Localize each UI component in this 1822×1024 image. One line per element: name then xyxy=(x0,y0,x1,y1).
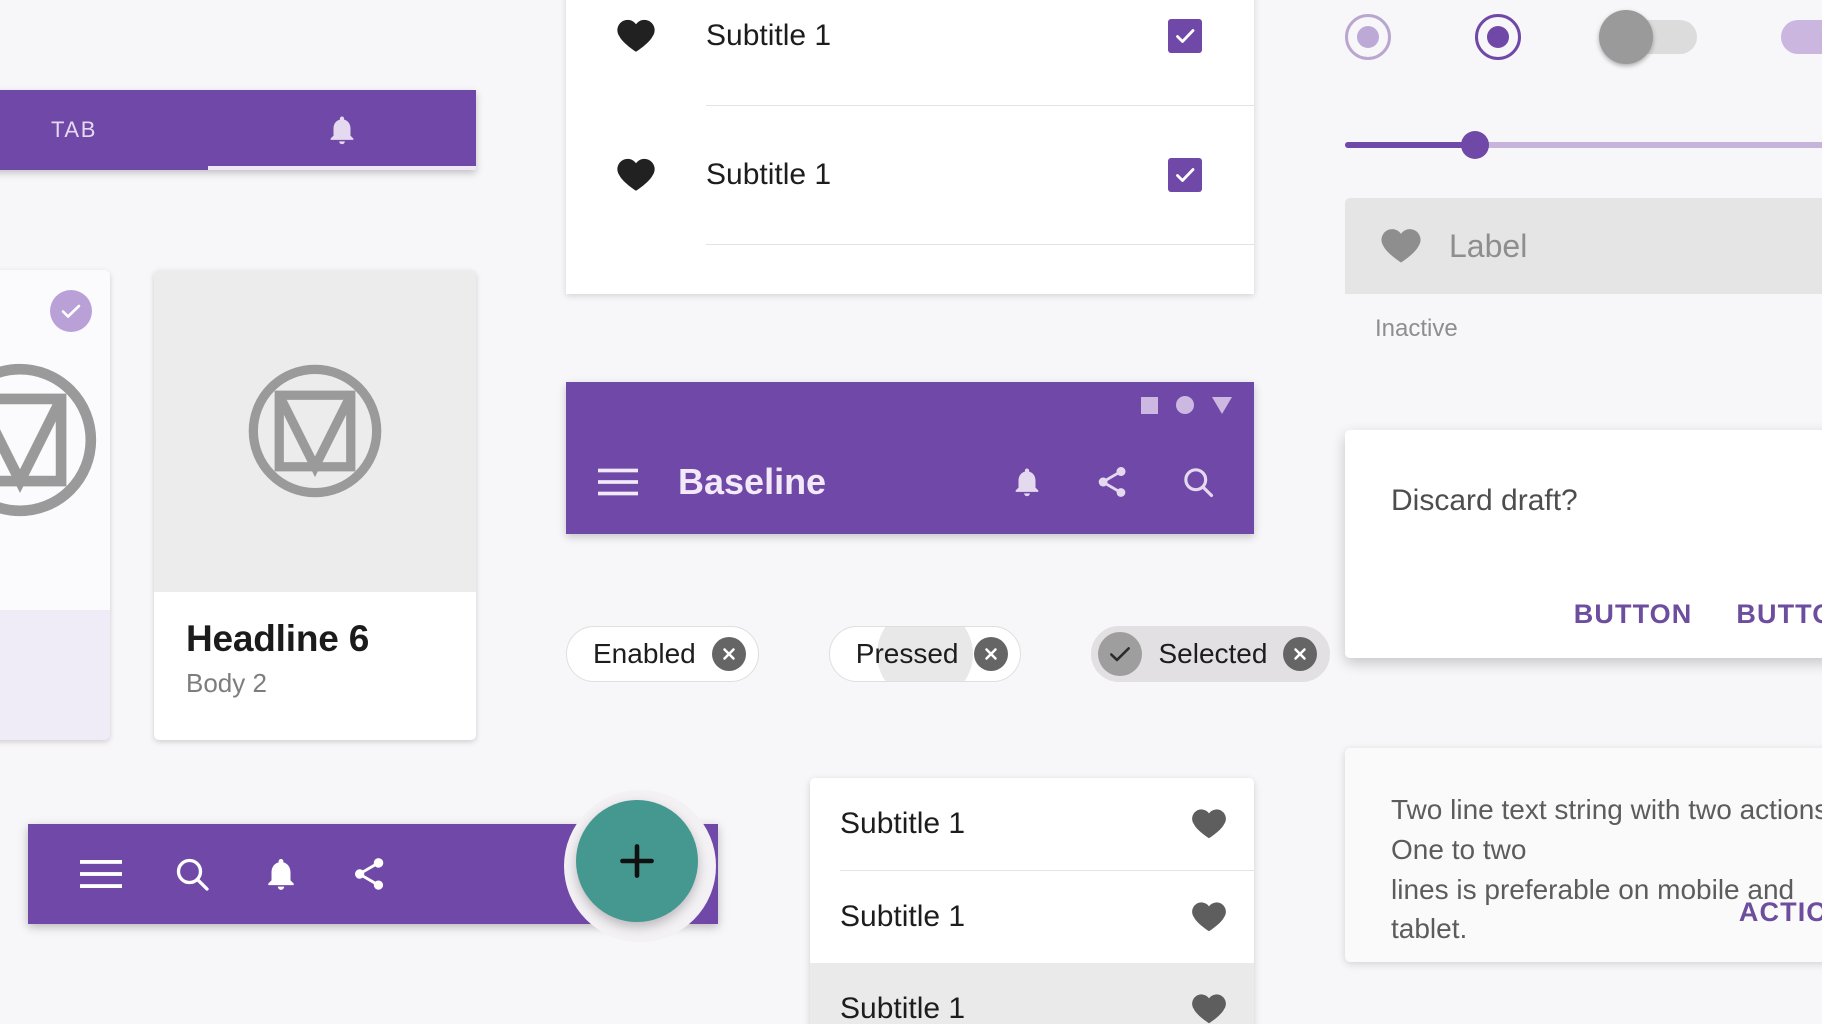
snackbar-action[interactable]: ACTION xyxy=(1739,897,1822,928)
tab-notifications[interactable] xyxy=(208,90,476,170)
dialog-title: Discard draft? xyxy=(1345,430,1822,518)
floating-action-button[interactable] xyxy=(576,800,698,922)
slider[interactable] xyxy=(1345,130,1822,160)
check-icon xyxy=(1107,641,1133,667)
dialog-button-1[interactable]: BUTTON xyxy=(1574,599,1693,630)
triangle-icon xyxy=(1212,397,1232,414)
bell-icon xyxy=(325,113,359,147)
chip-avatar xyxy=(1098,632,1142,676)
bell-icon[interactable] xyxy=(1010,465,1044,499)
list-item-label: Subtitle 1 xyxy=(840,807,1190,841)
heart-filled-icon xyxy=(615,154,657,196)
material-logo-icon xyxy=(241,357,389,505)
square-icon xyxy=(1141,397,1158,414)
chip-label: Pressed xyxy=(856,638,959,670)
app-bar-actions xyxy=(1010,464,1216,500)
text-field-disabled[interactable]: Label xyxy=(1345,198,1822,294)
bell-icon[interactable] xyxy=(262,855,300,893)
bottom-list: Subtitle 1 Subtitle 1 Subtitle 1 xyxy=(810,778,1254,1024)
card-body-text: Body 2 xyxy=(186,668,444,699)
dialog-button-2[interactable]: BUTTON xyxy=(1736,599,1822,630)
card-body: Headline 6 Body 2 xyxy=(154,592,476,699)
check-icon xyxy=(1173,24,1197,48)
heart-filled-icon xyxy=(615,15,657,57)
close-circle-icon[interactable] xyxy=(974,637,1008,671)
chip-pressed[interactable]: Pressed xyxy=(829,626,1022,682)
circle-icon xyxy=(1176,396,1194,414)
list-item-label: Subtitle 1 xyxy=(840,900,1190,934)
card-selected-clipped[interactable] xyxy=(0,270,110,740)
switch-off[interactable] xyxy=(1605,20,1697,54)
card-media xyxy=(154,270,476,592)
chip-group: Enabled Pressed Selected xyxy=(566,626,1330,682)
card-body xyxy=(0,610,110,740)
radio-button-selected[interactable] xyxy=(1475,14,1521,60)
checkbox-checked[interactable] xyxy=(1168,19,1202,53)
snackbar-line-1: Two line text string with two actions. O… xyxy=(1391,790,1822,870)
check-icon xyxy=(1173,163,1197,187)
list-item-label: Subtitle 1 xyxy=(706,158,1168,192)
table-row[interactable]: Subtitle 1 xyxy=(566,106,1254,244)
list-item-leading xyxy=(566,154,706,196)
switch-on[interactable] xyxy=(1781,20,1822,54)
material-logo-icon xyxy=(0,355,105,525)
chip-label: Selected xyxy=(1158,638,1267,670)
snackbar: Two line text string with two actions. O… xyxy=(1345,748,1822,962)
selection-controls xyxy=(1345,14,1822,60)
radio-dot xyxy=(1357,26,1379,48)
list-item-label: Subtitle 1 xyxy=(706,19,1168,53)
check-icon xyxy=(59,299,83,323)
close-circle-icon[interactable] xyxy=(712,637,746,671)
heart-filled-icon[interactable] xyxy=(1190,898,1228,936)
top-app-bar: Baseline xyxy=(566,382,1254,534)
plus-icon xyxy=(612,836,662,886)
list-item[interactable]: Subtitle 1 xyxy=(810,778,1254,870)
card-check-badge[interactable] xyxy=(50,290,92,332)
dialog-actions: BUTTON BUTTON xyxy=(1574,599,1822,630)
tab-text[interactable]: TAB xyxy=(0,90,208,170)
switch-thumb xyxy=(1599,10,1653,64)
share-icon[interactable] xyxy=(350,855,388,893)
search-icon[interactable] xyxy=(1180,464,1216,500)
tab-label: TAB xyxy=(51,117,97,143)
list-divider xyxy=(706,244,1254,245)
list-item-leading xyxy=(566,15,706,57)
heart-filled-icon xyxy=(1379,224,1423,268)
slider-fill xyxy=(1345,142,1475,148)
list-item-label: Subtitle 1 xyxy=(840,992,1190,1024)
radio-button-light[interactable] xyxy=(1345,14,1391,60)
table-row[interactable]: Subtitle 1 xyxy=(566,0,1254,105)
app-bar-content: Baseline xyxy=(566,432,1254,532)
heart-filled-icon[interactable] xyxy=(1190,805,1228,843)
tab-active-indicator xyxy=(208,166,476,170)
chip-selected[interactable]: Selected xyxy=(1091,626,1330,682)
top-list: Subtitle 1 Subtitle 1 xyxy=(566,0,1254,294)
list-item[interactable]: Subtitle 1 xyxy=(810,871,1254,963)
search-icon[interactable] xyxy=(172,854,212,894)
card-headline[interactable]: Headline 6 Body 2 xyxy=(154,270,476,740)
tab-bar: TAB xyxy=(0,90,476,170)
text-field-helper: Inactive xyxy=(1375,315,1458,343)
app-bar-title: Baseline xyxy=(678,461,1010,503)
chip-label: Enabled xyxy=(593,638,696,670)
card-headline-text: Headline 6 xyxy=(186,618,444,660)
chip-enabled[interactable]: Enabled xyxy=(566,626,759,682)
hamburger-menu-icon[interactable] xyxy=(598,467,638,497)
text-field-label: Label xyxy=(1449,228,1527,265)
dialog: Discard draft? BUTTON BUTTON xyxy=(1345,430,1822,658)
hamburger-menu-icon[interactable] xyxy=(80,858,122,890)
checkbox-checked[interactable] xyxy=(1168,158,1202,192)
component-showcase-canvas: TAB xyxy=(0,0,1822,1024)
system-navigation-icons xyxy=(1141,396,1232,414)
list-item[interactable]: Subtitle 1 xyxy=(810,963,1254,1024)
share-icon[interactable] xyxy=(1094,464,1130,500)
radio-dot xyxy=(1487,26,1509,48)
heart-filled-icon[interactable] xyxy=(1190,990,1228,1024)
slider-thumb[interactable] xyxy=(1461,131,1489,159)
close-circle-icon[interactable] xyxy=(1283,637,1317,671)
